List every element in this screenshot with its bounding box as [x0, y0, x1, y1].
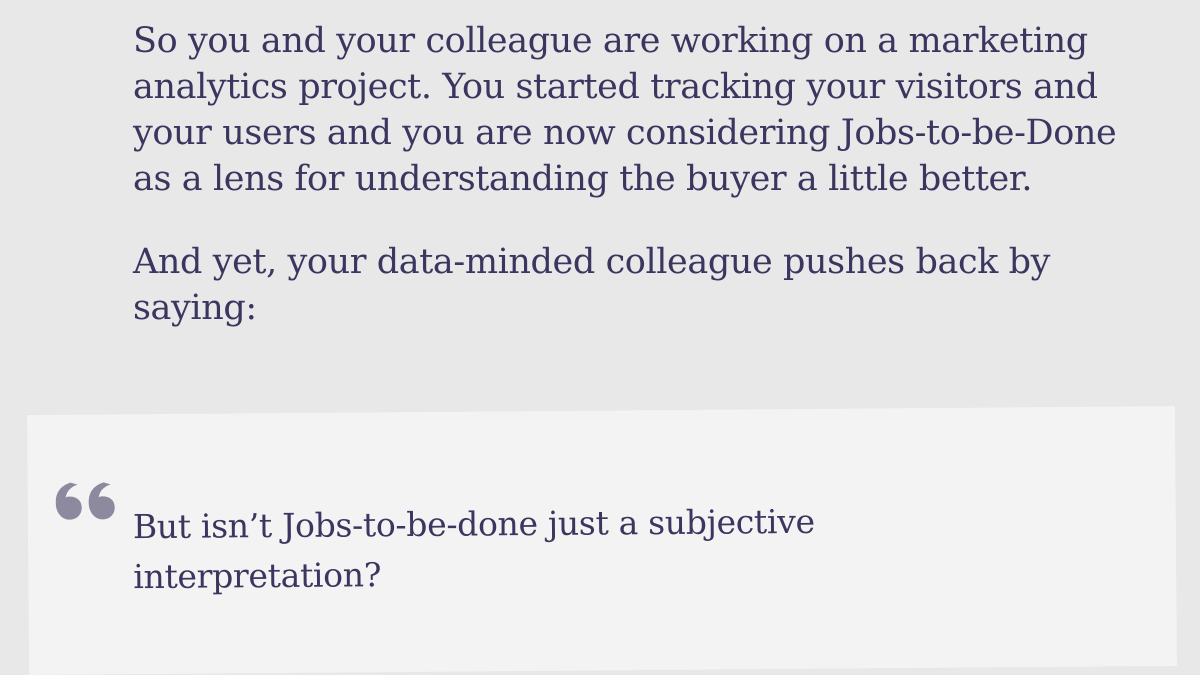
pushback-paragraph: And yet, your data-minded colleague push…: [133, 242, 1051, 328]
article-body: So you and your colleague are working on…: [133, 18, 1133, 331]
quote-card: But isn’t Jobs-to-be-done just a subject…: [27, 405, 1178, 675]
quote-text: But isn’t Jobs-to-be-done just a subject…: [132, 501, 815, 597]
quote-open-icon: [55, 474, 120, 539]
intro-paragraph: So you and your colleague are working on…: [133, 21, 1117, 199]
